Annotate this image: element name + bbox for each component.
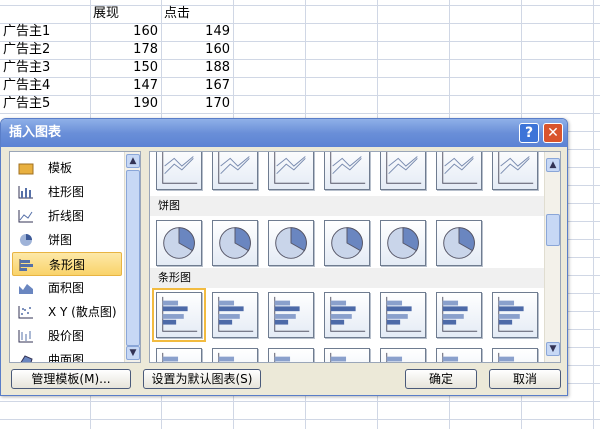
advertiser-name[interactable]: 广告主4 xyxy=(0,77,53,95)
advertiser-name[interactable]: 广告主3 xyxy=(0,59,53,77)
clicks-cell[interactable]: 167 xyxy=(161,77,233,95)
category-item[interactable]: 模板 xyxy=(12,156,122,180)
section-bar: 条形图 xyxy=(150,268,545,288)
category-item[interactable]: X Y (散点图) xyxy=(12,300,122,324)
scroll-up-button[interactable]: ▲ xyxy=(126,154,140,168)
impressions-cell[interactable]: 178 xyxy=(90,41,161,59)
folder-icon xyxy=(18,163,34,175)
bar-chart-option[interactable] xyxy=(380,292,426,338)
line-chart-icon xyxy=(18,210,33,223)
scatter-chart-icon xyxy=(18,306,33,319)
category-scrollbar[interactable]: ▲ ▼ xyxy=(124,152,140,362)
impressions-cell[interactable]: 190 xyxy=(90,95,161,113)
bar-chart-option[interactable] xyxy=(324,348,370,362)
gallery-scrollbar[interactable]: ▲ ▼ xyxy=(544,152,560,362)
header-impressions[interactable]: 展现 xyxy=(90,5,122,23)
category-label: 模板 xyxy=(48,161,73,175)
advertiser-name[interactable]: 广告主1 xyxy=(0,23,53,41)
category-item[interactable]: 饼图 xyxy=(12,228,122,252)
line-chart-option[interactable] xyxy=(156,152,202,190)
bar-chart-option[interactable] xyxy=(212,348,258,362)
line-chart-option[interactable] xyxy=(492,152,538,190)
clicks-cell[interactable]: 160 xyxy=(161,41,233,59)
impressions-cell[interactable]: 150 xyxy=(90,59,161,77)
ok-button[interactable]: 确定 xyxy=(405,369,477,389)
scroll-up-button[interactable]: ▲ xyxy=(546,158,560,172)
bar-chart-option[interactable] xyxy=(380,348,426,362)
category-label: X Y (散点图) xyxy=(48,305,117,319)
scroll-thumb[interactable] xyxy=(126,170,140,346)
clicks-cell[interactable]: 149 xyxy=(161,23,233,41)
line-chart-option[interactable] xyxy=(436,152,482,190)
category-item[interactable]: 面积图 xyxy=(12,276,122,300)
category-item[interactable]: 折线图 xyxy=(12,204,122,228)
column-chart-icon xyxy=(18,186,33,199)
scroll-down-button[interactable]: ▼ xyxy=(546,342,560,356)
close-button[interactable]: ✕ xyxy=(543,123,563,143)
impressions-cell[interactable]: 160 xyxy=(90,23,161,41)
category-label: 曲面图 xyxy=(48,353,85,363)
insert-chart-dialog: 插入图表 ? ✕ 模板 柱形图 折线图 饼图 条形图 面积图 X Y (散点图)… xyxy=(0,118,568,396)
chart-category-list: 模板 柱形图 折线图 饼图 条形图 面积图 X Y (散点图) 股价图 曲面图 … xyxy=(9,151,141,363)
advertiser-name[interactable]: 广告主2 xyxy=(0,41,53,59)
bar-chart-icon xyxy=(19,259,33,271)
bar-chart-option[interactable] xyxy=(212,292,258,338)
pie-chart-option[interactable] xyxy=(324,220,370,266)
bar-chart-option[interactable] xyxy=(156,348,202,362)
help-button[interactable]: ? xyxy=(519,123,539,143)
section-pie: 饼图 xyxy=(150,196,545,216)
bar-chart-option[interactable] xyxy=(436,348,482,362)
pie-chart-option[interactable] xyxy=(380,220,426,266)
pie-chart-option[interactable] xyxy=(436,220,482,266)
advertiser-name[interactable]: 广告主5 xyxy=(0,95,53,113)
category-item[interactable]: 股价图 xyxy=(12,324,122,348)
category-label: 折线图 xyxy=(48,209,85,223)
surface-chart-icon xyxy=(20,355,33,362)
line-chart-option[interactable] xyxy=(212,152,258,190)
stock-chart-icon xyxy=(18,330,33,343)
pie-chart-option[interactable] xyxy=(156,220,202,266)
category-item[interactable]: 条形图 xyxy=(12,252,122,276)
clicks-cell[interactable]: 188 xyxy=(161,59,233,77)
bar-chart-option[interactable] xyxy=(268,348,314,362)
pie-chart-option[interactable] xyxy=(268,220,314,266)
dialog-title: 插入图表 xyxy=(1,119,567,147)
pie-chart-option[interactable] xyxy=(212,220,258,266)
category-label: 柱形图 xyxy=(48,185,85,199)
category-label: 股价图 xyxy=(48,329,85,343)
area-chart-icon xyxy=(19,284,33,294)
bar-chart-option[interactable] xyxy=(268,292,314,338)
manage-templates-button[interactable]: 管理模板(M)... xyxy=(11,369,131,389)
category-item[interactable]: 曲面图 xyxy=(12,348,122,363)
bar-chart-option[interactable] xyxy=(492,348,538,362)
header-clicks[interactable]: 点击 xyxy=(161,5,193,23)
pie-chart-icon xyxy=(20,234,32,246)
scroll-thumb[interactable] xyxy=(546,214,560,246)
line-chart-option[interactable] xyxy=(324,152,370,190)
category-item[interactable]: 柱形图 xyxy=(12,180,122,204)
line-chart-option[interactable] xyxy=(380,152,426,190)
chart-type-gallery: 饼图 条形图 ▲ ▼ xyxy=(149,151,561,363)
category-label: 面积图 xyxy=(48,281,85,295)
cancel-button[interactable]: 取消 xyxy=(489,369,561,389)
category-label: 饼图 xyxy=(48,233,73,247)
line-chart-option[interactable] xyxy=(268,152,314,190)
bar-chart-option[interactable] xyxy=(436,292,482,338)
bar-chart-option[interactable] xyxy=(324,292,370,338)
impressions-cell[interactable]: 147 xyxy=(90,77,161,95)
category-label: 条形图 xyxy=(49,258,86,272)
bar-chart-option[interactable] xyxy=(492,292,538,338)
bar-chart-option[interactable] xyxy=(152,288,206,342)
scroll-down-button[interactable]: ▼ xyxy=(126,346,140,360)
clicks-cell[interactable]: 170 xyxy=(161,95,233,113)
set-default-chart-button[interactable]: 设置为默认图表(S) xyxy=(143,369,261,389)
